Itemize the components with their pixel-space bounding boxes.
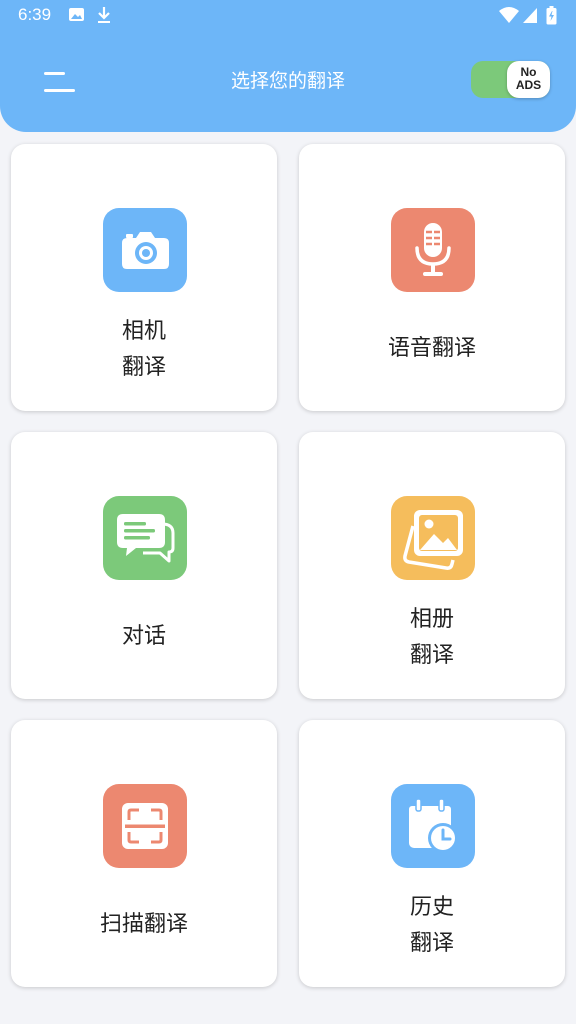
camera-translate-label: 相机 翻译 bbox=[121, 319, 166, 380]
download-icon bbox=[98, 7, 110, 23]
dialogue-card[interactable]: 对话 bbox=[11, 432, 277, 699]
status-bar: 6:39 bbox=[0, 0, 576, 32]
battery-icon bbox=[546, 6, 557, 25]
status-time: 6:39 bbox=[18, 5, 52, 24]
camera-translate-card[interactable]: 相机 翻译 bbox=[11, 144, 277, 411]
chat-icon bbox=[103, 496, 187, 580]
voice-translate-label: 语音翻译 bbox=[387, 336, 476, 361]
album-translate-label: 相册 翻译 bbox=[409, 607, 454, 668]
history-translate-card[interactable]: 历史 翻译 bbox=[299, 720, 565, 987]
photo-album-icon bbox=[391, 496, 475, 580]
scan-translate-label: 扫描翻译 bbox=[99, 912, 188, 937]
no-ads-toggle-knob: No ADS bbox=[507, 61, 550, 98]
camera-icon bbox=[103, 208, 187, 292]
wifi-icon bbox=[499, 7, 519, 23]
no-ads-toggle[interactable]: No ADS bbox=[471, 61, 550, 98]
microphone-icon bbox=[391, 208, 475, 292]
dialogue-label: 对话 bbox=[121, 624, 166, 649]
calendar-clock-icon bbox=[391, 784, 475, 868]
voice-translate-card[interactable]: 语音翻译 bbox=[299, 144, 565, 411]
history-translate-label: 历史 翻译 bbox=[409, 895, 454, 956]
album-translate-card[interactable]: 相册 翻译 bbox=[299, 432, 565, 699]
image-icon bbox=[69, 8, 84, 21]
no-ads-line2: ADS bbox=[515, 78, 542, 92]
scan-icon bbox=[103, 784, 187, 868]
app-header: 6:39 选择您的翻译 No ADS bbox=[0, 0, 576, 132]
signal-icon bbox=[523, 8, 537, 23]
scan-translate-card[interactable]: 扫描翻译 bbox=[11, 720, 277, 987]
